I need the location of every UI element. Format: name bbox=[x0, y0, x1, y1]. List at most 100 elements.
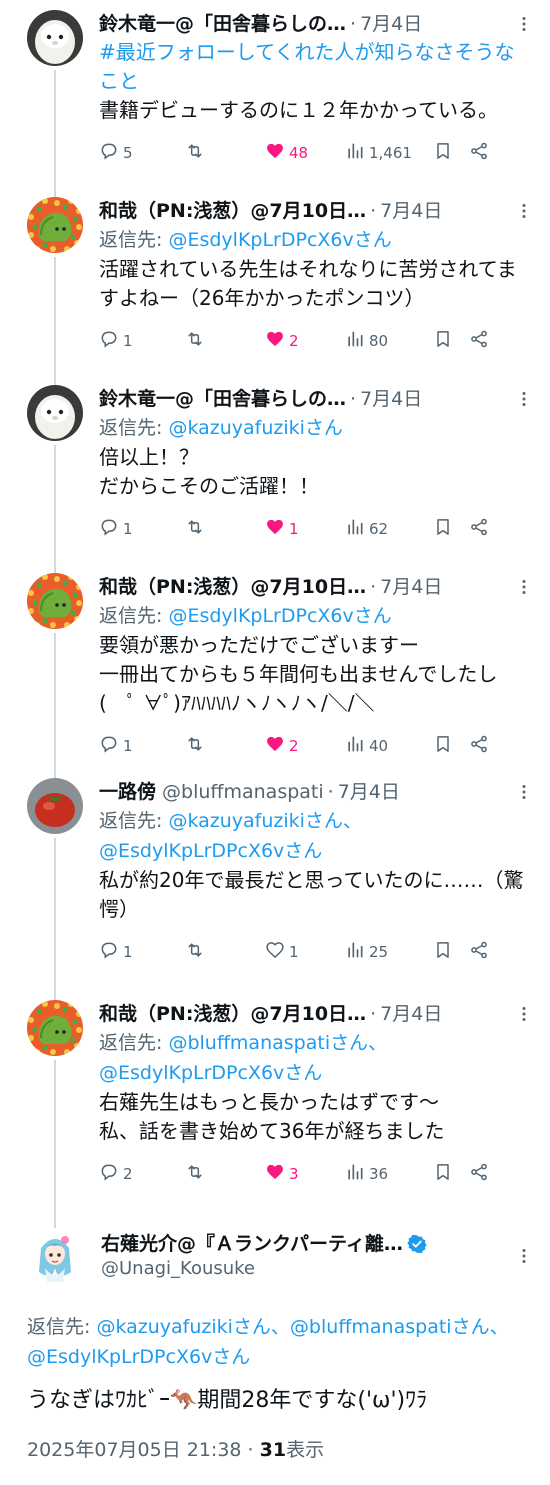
reply-button[interactable]: 1 bbox=[99, 517, 185, 541]
author-name[interactable]: 鈴木竜一@「田舎暮らしの… bbox=[99, 385, 346, 413]
reply-icon bbox=[99, 517, 119, 541]
bookmark-button[interactable] bbox=[433, 329, 469, 353]
share-button[interactable] bbox=[469, 517, 493, 541]
timestamp[interactable]: 2025年07月05日 21:38 bbox=[27, 1439, 242, 1461]
retweet-button[interactable] bbox=[185, 141, 265, 165]
tweet-date[interactable]: 7月4日 bbox=[380, 197, 442, 225]
share-button[interactable] bbox=[469, 141, 493, 165]
reply-to-links[interactable]: @kazuyafuzikiさん、@bluffmanaspatiさん、@Esdyl… bbox=[27, 1316, 509, 1368]
tweet-text: うなぎはﾜｶﾋﾞｰ🦘期間28年ですな('ω')ﾜﾗ bbox=[27, 1388, 428, 1413]
author-name[interactable]: 和哉（PN:浅葱）@7月10日… bbox=[99, 1000, 366, 1028]
avatar[interactable] bbox=[27, 385, 83, 441]
share-button[interactable] bbox=[469, 940, 493, 964]
like-button[interactable]: 1 bbox=[265, 517, 345, 541]
share-button[interactable] bbox=[469, 1162, 493, 1186]
author-handle[interactable]: @bluffmanaspati bbox=[162, 778, 324, 806]
retweet-icon bbox=[185, 940, 205, 964]
main-tweet: 右薙光介@『Ａランクパーティ離… @Unagi_Kousuke 返信先: @ka… bbox=[0, 1228, 550, 1464]
tweet-date[interactable]: 7月4日 bbox=[338, 778, 400, 806]
avatar[interactable] bbox=[27, 778, 83, 834]
tweet-date[interactable]: 7月4日 bbox=[380, 573, 442, 601]
retweet-button[interactable] bbox=[185, 329, 265, 353]
hashtag-link[interactable]: #最近フォローしてくれた人が知らなさそうなこと bbox=[99, 38, 534, 96]
author-name[interactable]: 鈴木竜一@「田舎暮らしの… bbox=[99, 10, 346, 38]
avatar[interactable] bbox=[27, 1000, 83, 1056]
more-icon[interactable] bbox=[514, 782, 534, 802]
avatar[interactable] bbox=[27, 10, 83, 66]
thread-line bbox=[54, 633, 56, 788]
author-name[interactable]: 右薙光介@『Ａランクパーティ離… bbox=[101, 1231, 403, 1257]
tweet[interactable]: 鈴木竜一@「田舎暮らしの… · 7月4日 返信先: @kazuyafuzikiさん 倍以… bbox=[0, 375, 550, 583]
views-button[interactable]: 80 bbox=[345, 329, 433, 353]
reply-button[interactable]: 2 bbox=[99, 1162, 185, 1186]
anime-girl-avatar-icon bbox=[27, 1228, 83, 1284]
bookmark-button[interactable] bbox=[433, 1162, 469, 1186]
like-count: 48 bbox=[289, 144, 309, 162]
like-button[interactable]: 48 bbox=[265, 141, 345, 165]
avatar[interactable] bbox=[27, 1228, 83, 1284]
tweet[interactable]: 和哉（PN:浅葱）@7月10日… · 7月4日 返信先: @bluffmanaspat… bbox=[0, 990, 550, 1244]
avatar[interactable] bbox=[27, 573, 83, 629]
share-button[interactable] bbox=[469, 734, 493, 758]
bookmark-button[interactable] bbox=[433, 734, 469, 758]
more-icon[interactable] bbox=[514, 1246, 534, 1266]
bookmark-button[interactable] bbox=[433, 141, 469, 165]
author-name-row[interactable]: 右薙光介@『Ａランクパーティ離… bbox=[101, 1231, 514, 1257]
tweet[interactable]: 和哉（PN:浅葱）@7月10日… · 7月4日 返信先: @EsdylKpLrDPcX… bbox=[0, 563, 550, 788]
action-bar: 1 1 62 bbox=[99, 509, 534, 549]
more-icon[interactable] bbox=[514, 389, 534, 409]
reply-button[interactable]: 1 bbox=[99, 940, 185, 964]
retweet-button[interactable] bbox=[185, 1162, 265, 1186]
retweet-button[interactable] bbox=[185, 734, 265, 758]
action-bar: 1 2 40 bbox=[99, 726, 534, 766]
reply-button[interactable]: 1 bbox=[99, 734, 185, 758]
views-button[interactable]: 25 bbox=[345, 940, 433, 964]
heart-icon bbox=[265, 1162, 285, 1186]
like-count: 3 bbox=[289, 1165, 299, 1183]
author-name[interactable]: 和哉（PN:浅葱）@7月10日… bbox=[99, 573, 366, 601]
tweet-date[interactable]: 7月4日 bbox=[360, 10, 422, 38]
main-tweet-header: 右薙光介@『Ａランクパーティ離… @Unagi_Kousuke bbox=[27, 1228, 534, 1284]
like-button[interactable]: 1 bbox=[265, 940, 345, 964]
views-button[interactable]: 40 bbox=[345, 734, 433, 758]
reply-button[interactable]: 5 bbox=[99, 141, 185, 165]
reply-to-line: 返信先: @kazuyafuzikiさん bbox=[99, 413, 534, 443]
retweet-button[interactable] bbox=[185, 940, 265, 964]
tweet-content: 和哉（PN:浅葱）@7月10日… · 7月4日 返信先: @EsdylKpLrDPcX… bbox=[85, 573, 534, 766]
heart-icon bbox=[265, 517, 285, 541]
tweet[interactable]: 一路傍 @bluffmanaspati · 7月4日 返信先: @kazuyafuzik… bbox=[0, 768, 550, 1010]
avatar[interactable] bbox=[27, 197, 83, 253]
views-button[interactable]: 62 bbox=[345, 517, 433, 541]
more-icon[interactable] bbox=[514, 201, 534, 221]
bookmark-button[interactable] bbox=[433, 517, 469, 541]
more-icon[interactable] bbox=[514, 1004, 534, 1024]
author-name[interactable]: 一路傍 bbox=[99, 778, 156, 806]
retweet-icon bbox=[185, 734, 205, 758]
reply-count: 1 bbox=[123, 520, 133, 538]
more-icon[interactable] bbox=[514, 577, 534, 597]
reply-button[interactable]: 1 bbox=[99, 329, 185, 353]
retweet-icon bbox=[185, 517, 205, 541]
views-button[interactable]: 36 bbox=[345, 1162, 433, 1186]
tweet[interactable]: 鈴木竜一@「田舎暮らしの… · 7月4日 #最近フォローしてくれた人が知らなさそうなこ… bbox=[0, 0, 550, 207]
retweet-button[interactable] bbox=[185, 517, 265, 541]
tweet-date[interactable]: 7月4日 bbox=[360, 385, 422, 413]
author-name[interactable]: 和哉（PN:浅葱）@7月10日… bbox=[99, 197, 366, 225]
tweet[interactable]: 和哉（PN:浅葱）@7月10日… · 7月4日 返信先: @EsdylKpLrDPcX… bbox=[0, 187, 550, 395]
reply-to-links[interactable]: @EsdylKpLrDPcX6vさん bbox=[168, 229, 391, 251]
tweet-date[interactable]: 7月4日 bbox=[380, 1000, 442, 1028]
like-button[interactable]: 2 bbox=[265, 734, 345, 758]
bookmark-button[interactable] bbox=[433, 940, 469, 964]
heart-icon bbox=[265, 734, 285, 758]
share-button[interactable] bbox=[469, 329, 493, 353]
views-button[interactable]: 1,461 bbox=[345, 141, 433, 165]
reply-to-links[interactable]: @EsdylKpLrDPcX6vさん bbox=[168, 605, 391, 627]
like-button[interactable]: 3 bbox=[265, 1162, 345, 1186]
tweet-header: 和哉（PN:浅葱）@7月10日… · 7月4日 bbox=[99, 573, 534, 601]
more-icon[interactable] bbox=[514, 14, 534, 34]
like-button[interactable]: 2 bbox=[265, 329, 345, 353]
reply-to-links[interactable]: @kazuyafuzikiさん bbox=[168, 417, 342, 439]
author-handle[interactable]: @Unagi_Kousuke bbox=[101, 1257, 514, 1281]
views-count: 31 bbox=[259, 1439, 287, 1461]
share-icon bbox=[469, 141, 489, 165]
